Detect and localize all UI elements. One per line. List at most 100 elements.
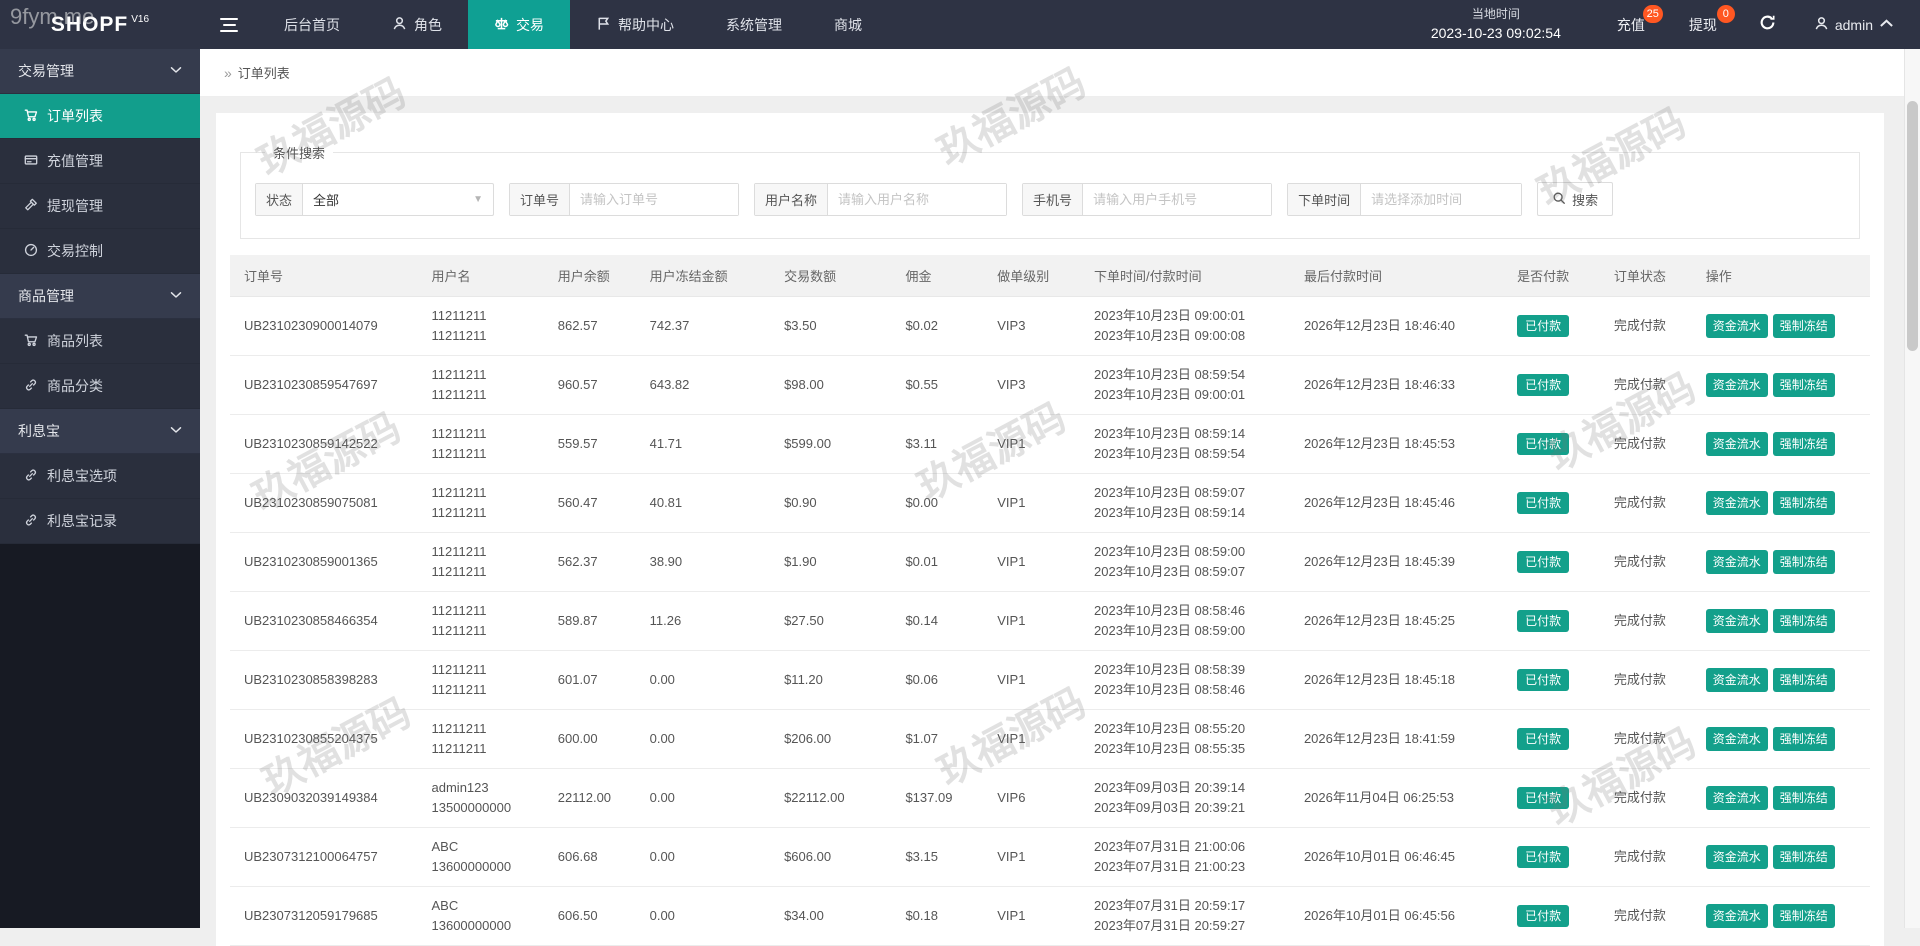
sidebar-item-interest-options[interactable]: 利息宝选项 xyxy=(0,454,200,499)
force-freeze-button[interactable]: 强制冻结 xyxy=(1773,786,1835,810)
user-phone-line: 13500000000 xyxy=(432,798,542,818)
sidebar-group-goods[interactable]: 商品管理 xyxy=(0,274,200,319)
cell-actions: 资金流水强制冻结 xyxy=(1698,887,1870,946)
fund-flow-button[interactable]: 资金流水 xyxy=(1706,727,1768,751)
paid-badge: 已付款 xyxy=(1517,846,1569,868)
cell-amount: $206.00 xyxy=(776,710,897,769)
table-row: UB2310230900014079 11211211 11211211 862… xyxy=(230,297,1870,356)
menu-item-system[interactable]: 系统管理 xyxy=(700,0,808,49)
cell-balance: 600.00 xyxy=(550,710,642,769)
fund-flow-button[interactable]: 资金流水 xyxy=(1706,491,1768,515)
cell-paid: 已付款 xyxy=(1509,828,1606,887)
cell-actions: 资金流水强制冻结 xyxy=(1698,474,1870,533)
menu-item-dashboard[interactable]: 后台首页 xyxy=(258,0,366,49)
paid-badge: 已付款 xyxy=(1517,787,1569,809)
fund-flow-button[interactable]: 资金流水 xyxy=(1706,609,1768,633)
cell-order-status: 完成付款 xyxy=(1606,887,1698,946)
force-freeze-button[interactable]: 强制冻结 xyxy=(1773,550,1835,574)
scales-icon xyxy=(494,16,509,34)
cell-user: 11211211 11211211 xyxy=(424,592,550,651)
force-freeze-button[interactable]: 强制冻结 xyxy=(1773,432,1835,456)
cell-balance: 606.50 xyxy=(550,887,642,946)
force-freeze-button[interactable]: 强制冻结 xyxy=(1773,727,1835,751)
cell-order-no: UB2307312059179685 xyxy=(230,887,424,946)
menu-item-mall[interactable]: 商城 xyxy=(808,0,888,49)
pay-time-line: 2023年10月23日 08:59:07 xyxy=(1094,562,1288,582)
status-select[interactable]: 全部 ▼ xyxy=(303,184,493,215)
sidebar-group-label: 利息宝 xyxy=(18,421,60,441)
cell-paid: 已付款 xyxy=(1509,651,1606,710)
cell-order-status: 完成付款 xyxy=(1606,710,1698,769)
paid-badge: 已付款 xyxy=(1517,610,1569,632)
sidebar-item-recharge[interactable]: 充值管理 xyxy=(0,139,200,184)
cell-last-pay-time: 2026年10月01日 06:46:45 xyxy=(1296,828,1509,887)
vertical-scrollbar[interactable] xyxy=(1904,49,1920,928)
cell-user: 11211211 11211211 xyxy=(424,474,550,533)
scrollbar-thumb[interactable] xyxy=(1907,101,1918,351)
sidebar-item-trade-control[interactable]: 交易控制 xyxy=(0,229,200,274)
withdraw-link[interactable]: 提现 0 xyxy=(1667,0,1739,49)
fund-flow-button[interactable]: 资金流水 xyxy=(1706,432,1768,456)
cell-order-no: UB2310230858466354 xyxy=(230,592,424,651)
username-input[interactable] xyxy=(828,184,1006,215)
force-freeze-button[interactable]: 强制冻结 xyxy=(1773,668,1835,692)
menu-item-help-center[interactable]: 帮助中心 xyxy=(570,0,700,49)
search-button[interactable]: 搜索 xyxy=(1537,182,1613,216)
cell-order-status: 完成付款 xyxy=(1606,415,1698,474)
sidebar-item-withdraw[interactable]: 提现管理 xyxy=(0,184,200,229)
order-status-text: 完成付款 xyxy=(1614,554,1666,569)
order-status-text: 完成付款 xyxy=(1614,377,1666,392)
user-menu[interactable]: admin xyxy=(1796,16,1920,34)
order-time-line: 2023年10月23日 08:58:46 xyxy=(1094,601,1288,621)
force-freeze-button[interactable]: 强制冻结 xyxy=(1773,845,1835,869)
fund-flow-button[interactable]: 资金流水 xyxy=(1706,373,1768,397)
force-freeze-button[interactable]: 强制冻结 xyxy=(1773,609,1835,633)
fund-flow-button[interactable]: 资金流水 xyxy=(1706,314,1768,338)
menu-item-trade[interactable]: 交易 xyxy=(468,0,570,49)
fund-flow-button[interactable]: 资金流水 xyxy=(1706,904,1768,928)
sidebar-toggle-button[interactable] xyxy=(200,0,258,49)
order-no-input[interactable] xyxy=(570,184,738,215)
status-selected-value: 全部 xyxy=(313,190,339,209)
sidebar-group-label: 交易管理 xyxy=(18,61,74,81)
refresh-button[interactable] xyxy=(1739,14,1796,36)
sidebar-item-goods-list[interactable]: 商品列表 xyxy=(0,319,200,364)
sidebar-item-label: 交易控制 xyxy=(47,241,103,261)
recharge-link[interactable]: 充值 25 xyxy=(1595,0,1667,49)
cell-order-status: 完成付款 xyxy=(1606,828,1698,887)
fund-flow-button[interactable]: 资金流水 xyxy=(1706,786,1768,810)
sidebar-item-interest-records[interactable]: 利息宝记录 xyxy=(0,499,200,544)
sidebar-group-trade[interactable]: 交易管理 xyxy=(0,49,200,94)
cell-balance: 562.37 xyxy=(550,533,642,592)
force-freeze-button[interactable]: 强制冻结 xyxy=(1773,491,1835,515)
order-table-header: 订单号 用户名 用户余额 用户冻结金额 交易数额 佣金 做单级别 下单时间/付款… xyxy=(230,255,1870,297)
card-icon xyxy=(24,153,38,170)
cell-order-pay-time: 2023年10月23日 08:59:54 2023年10月23日 09:00:0… xyxy=(1086,356,1296,415)
sidebar-item-goods-category[interactable]: 商品分类 xyxy=(0,364,200,409)
cell-order-no: UB2310230855204375 xyxy=(230,710,424,769)
sidebar-item-order-list[interactable]: 订单列表 xyxy=(0,94,200,139)
sidebar-group-interest[interactable]: 利息宝 xyxy=(0,409,200,454)
fund-flow-button[interactable]: 资金流水 xyxy=(1706,845,1768,869)
order-time-input[interactable] xyxy=(1361,184,1521,215)
cell-paid: 已付款 xyxy=(1509,533,1606,592)
cell-amount: $599.00 xyxy=(776,415,897,474)
cell-paid: 已付款 xyxy=(1509,710,1606,769)
force-freeze-button[interactable]: 强制冻结 xyxy=(1773,904,1835,928)
table-row: UB2310230859142522 11211211 11211211 559… xyxy=(230,415,1870,474)
table-row: UB2310230859075081 11211211 11211211 560… xyxy=(230,474,1870,533)
cell-commission: $0.14 xyxy=(897,592,989,651)
user-name-line: 11211211 xyxy=(432,719,542,739)
fund-flow-button[interactable]: 资金流水 xyxy=(1706,668,1768,692)
cell-commission: $3.15 xyxy=(897,828,989,887)
user-phone-line: 11211211 xyxy=(432,503,542,523)
force-freeze-button[interactable]: 强制冻结 xyxy=(1773,373,1835,397)
phone-input[interactable] xyxy=(1083,184,1271,215)
user-name-line: 11211211 xyxy=(432,424,542,444)
menu-item-roles[interactable]: 角色 xyxy=(366,0,468,49)
main-menu: 后台首页 角色 交易 帮助中心 系统管理 商城 xyxy=(258,0,888,49)
col-order-status: 订单状态 xyxy=(1606,255,1698,297)
fund-flow-button[interactable]: 资金流水 xyxy=(1706,550,1768,574)
user-name-line: admin123 xyxy=(432,778,542,798)
force-freeze-button[interactable]: 强制冻结 xyxy=(1773,314,1835,338)
